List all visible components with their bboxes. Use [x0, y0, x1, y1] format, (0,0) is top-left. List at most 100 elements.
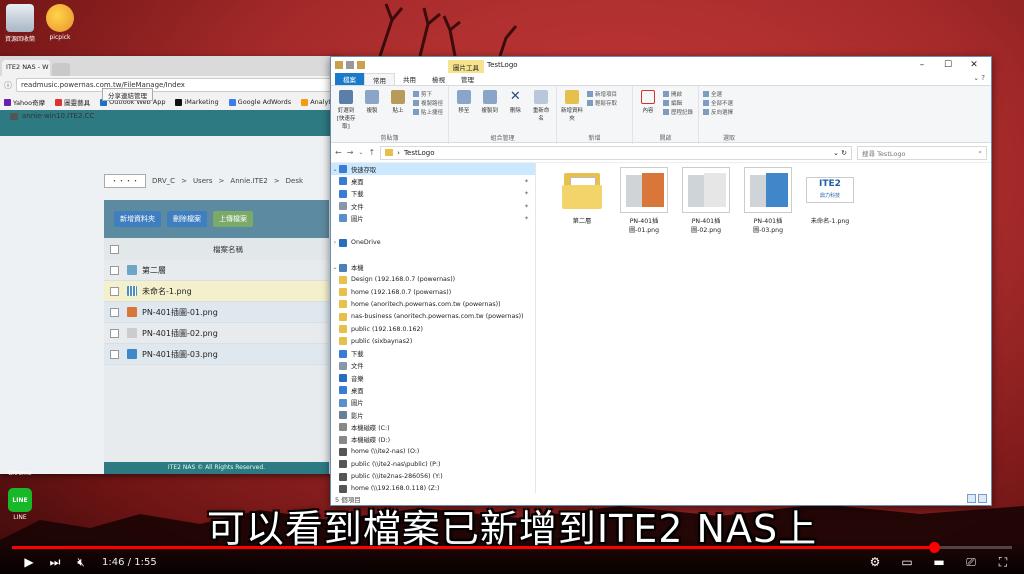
forward-button[interactable]: →: [347, 148, 354, 157]
table-row[interactable]: 未命名-1.png: [104, 281, 329, 302]
theater-mode-icon[interactable]: ▬: [926, 554, 952, 570]
share-link-manage-button[interactable]: 分享連結管理: [102, 88, 153, 101]
row-checkbox[interactable]: [110, 286, 119, 296]
file-tile[interactable]: PN-401插圖-02.png: [677, 167, 735, 234]
table-row[interactable]: PN-401插圖-03.png: [104, 344, 329, 365]
tab-home[interactable]: 常用: [364, 73, 395, 85]
cut-button[interactable]: 剪下: [413, 90, 443, 98]
edit-button[interactable]: 編輯: [663, 99, 693, 107]
breadcrumb-item[interactable]: Users: [193, 177, 213, 185]
ribbon-expand-icon[interactable]: ⌄ ?: [973, 74, 985, 82]
file-tile[interactable]: ITE2 鼎力科技 未命名-1.png: [801, 167, 859, 225]
nav-item[interactable]: 本機磁碟 (C:): [331, 421, 535, 433]
bookmark-adwords[interactable]: Google AdWords: [228, 98, 291, 106]
desktop-icon-picpick[interactable]: picpick: [36, 4, 84, 41]
tab-file[interactable]: 檔案: [335, 73, 364, 85]
bookmark-yahoo[interactable]: Yahoo奇摩: [4, 97, 45, 107]
select-none-button[interactable]: 全部不選: [703, 99, 733, 107]
nav-item[interactable]: 本機磁碟 (D:): [331, 434, 535, 446]
open-button[interactable]: 開啟: [663, 90, 693, 98]
up-button[interactable]: ↑: [368, 148, 375, 157]
breadcrumb-item[interactable]: Annie.ITE2: [230, 177, 267, 185]
easy-access-button[interactable]: 輕鬆存取: [587, 99, 617, 107]
pin-icon[interactable]: ✦: [524, 178, 529, 185]
info-icon[interactable]: ⓘ: [4, 80, 12, 91]
history-button[interactable]: 歷程記錄: [663, 108, 693, 116]
browser-tab[interactable]: ITE2 NAS - W: [2, 60, 50, 76]
nav-item[interactable]: public (192.168.0.162): [331, 323, 535, 335]
folder-icon[interactable]: [335, 61, 343, 69]
file-tile[interactable]: PN-401插圖-01.png: [615, 167, 673, 234]
breadcrumb-item[interactable]: DRV_C: [152, 177, 175, 185]
bookmark-imarketing[interactable]: iMarketing: [175, 98, 219, 106]
fullscreen-icon[interactable]: ⛶: [990, 554, 1016, 570]
table-row[interactable]: PN-401插圖-02.png: [104, 323, 329, 344]
recent-locations-icon[interactable]: ⌄: [358, 149, 363, 156]
volume-mute-icon[interactable]: 🔇︎: [68, 554, 94, 570]
breadcrumb-item[interactable]: Desk: [286, 177, 303, 185]
nav-item[interactable]: ⌄ 本機: [331, 261, 535, 273]
nav-item[interactable]: 下載 ✦: [331, 188, 535, 200]
next-icon[interactable]: ⏭: [42, 554, 68, 570]
row-checkbox[interactable]: [110, 328, 119, 338]
nav-item[interactable]: home (\\192.168.0.118) (Z:): [331, 483, 535, 493]
picture-tools-tab[interactable]: 圖片工具: [448, 60, 484, 73]
expand-arrow-icon[interactable]: ⌄: [331, 166, 339, 173]
select-all-button[interactable]: 全選: [703, 90, 733, 98]
nas-device-item[interactable]: annie-win10.ITE2.CC: [10, 112, 94, 120]
tab-view[interactable]: 檢視: [424, 73, 453, 85]
close-button[interactable]: ✕: [961, 57, 987, 73]
nav-item[interactable]: 圖片 ✦: [331, 212, 535, 224]
nav-item[interactable]: public (\\ite2nas-286056) (Y:): [331, 470, 535, 482]
back-button[interactable]: ←: [335, 148, 342, 157]
row-checkbox[interactable]: [110, 265, 119, 275]
row-checkbox[interactable]: [110, 307, 119, 317]
upload-file-button[interactable]: 上傳檔案: [213, 211, 253, 227]
nav-item[interactable]: › OneDrive: [331, 237, 535, 249]
nav-item[interactable]: 下載: [331, 347, 535, 359]
cast-icon[interactable]: ⎚: [958, 554, 984, 570]
expand-arrow-icon[interactable]: ›: [331, 239, 339, 246]
column-header-name[interactable]: 檔案名稱: [127, 244, 329, 255]
search-box[interactable]: 搜尋 TestLogo ⌕: [857, 145, 987, 160]
copy-path-button[interactable]: 複製路徑: [413, 99, 443, 107]
path-dropdown[interactable]: ・・・・: [104, 174, 146, 188]
file-tile[interactable]: 第二層: [553, 167, 611, 225]
nav-item[interactable]: home (192.168.0.7 (powernas)): [331, 286, 535, 298]
nav-item[interactable]: 桌面 ✦: [331, 175, 535, 187]
invert-selection-button[interactable]: 反向選擇: [703, 108, 733, 116]
omnibox[interactable]: readmusic.powernas.com.tw/FileManage/Ind…: [16, 78, 336, 92]
pin-icon[interactable]: ✦: [524, 190, 529, 197]
nav-item[interactable]: nas-business (anoritech.powernas.com.tw …: [331, 311, 535, 323]
delete-file-button[interactable]: 刪除檔案: [167, 211, 207, 227]
nav-item[interactable]: public (\\ite2-nas\public) (P:): [331, 458, 535, 470]
nav-item[interactable]: 影片: [331, 409, 535, 421]
file-tile[interactable]: PN-401插圖-03.png: [739, 167, 797, 234]
file-name[interactable]: PN-401插圖-01.png: [142, 307, 218, 318]
file-name[interactable]: 未命名-1.png: [142, 286, 192, 297]
tab-manage[interactable]: 管理: [453, 73, 482, 85]
nav-item[interactable]: Design (192.168.0.7 (powernas)): [331, 274, 535, 286]
properties-icon[interactable]: [346, 61, 354, 69]
nav-item[interactable]: 音樂: [331, 372, 535, 384]
pin-icon[interactable]: ✦: [524, 203, 529, 210]
nav-item[interactable]: home (\\ite2-nas) (O:): [331, 446, 535, 458]
row-checkbox[interactable]: [110, 349, 119, 359]
miniplayer-icon[interactable]: ▭: [894, 554, 920, 570]
nav-item[interactable]: home (anoritech.powernas.com.tw (powerna…: [331, 298, 535, 310]
nav-item[interactable]: 桌面: [331, 384, 535, 396]
minimize-button[interactable]: –: [909, 57, 935, 73]
paste-shortcut-button[interactable]: 貼上捷徑: [413, 108, 443, 116]
nav-item[interactable]: ⌄ 快速存取: [331, 163, 535, 176]
pin-icon[interactable]: ✦: [524, 215, 529, 222]
expand-arrow-icon[interactable]: ⌄: [331, 264, 339, 271]
nav-item[interactable]: 文件 ✦: [331, 200, 535, 212]
settings-icon[interactable]: ⚙: [862, 554, 888, 570]
bookmark-tuling[interactable]: 圖靈藝具: [55, 97, 90, 107]
tab-share[interactable]: 共用: [395, 73, 424, 85]
nav-item[interactable]: 文件: [331, 360, 535, 372]
select-all-checkbox[interactable]: [110, 244, 119, 254]
table-row[interactable]: PN-401插圖-01.png: [104, 302, 329, 323]
maximize-button[interactable]: ☐: [935, 57, 961, 73]
file-name[interactable]: PN-401插圖-02.png: [142, 328, 218, 339]
